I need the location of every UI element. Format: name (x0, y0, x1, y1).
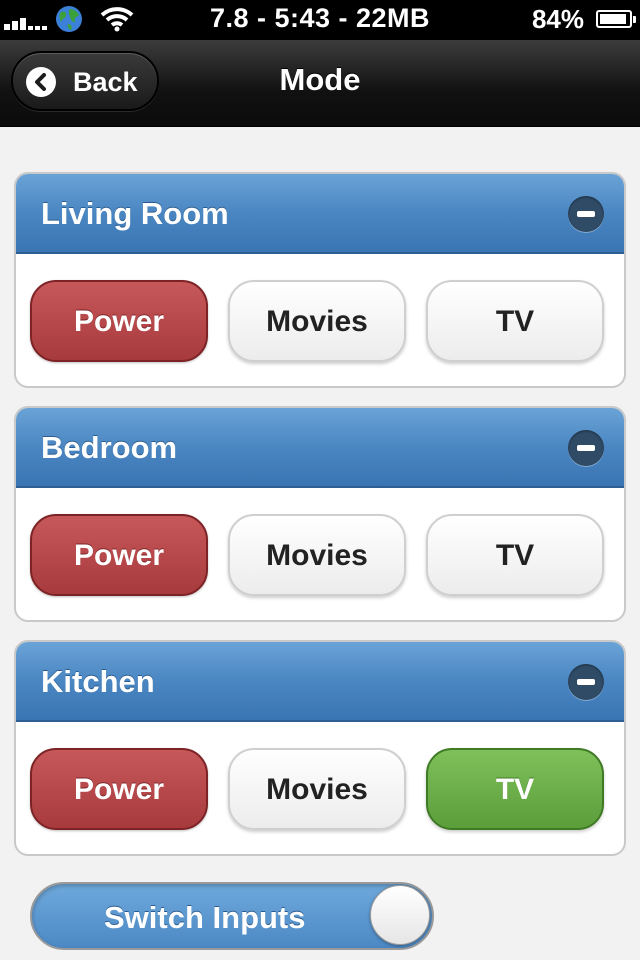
section-living-room: Living Room Power Movies TV (14, 172, 626, 388)
section-header[interactable]: Kitchen (16, 642, 624, 722)
section-kitchen: Kitchen Power Movies TV (14, 640, 626, 856)
battery-icon (596, 10, 636, 28)
section-title: Living Room (41, 196, 229, 231)
movies-button[interactable]: Movies (228, 280, 406, 362)
section-header[interactable]: Living Room (16, 174, 624, 254)
minus-icon[interactable] (568, 430, 604, 466)
tv-button[interactable]: TV (426, 514, 604, 596)
section-header[interactable]: Bedroom (16, 408, 624, 488)
section-title: Kitchen (41, 664, 155, 699)
switch-inputs-toggle[interactable]: Switch Inputs (30, 882, 434, 950)
tv-button[interactable]: TV (426, 280, 604, 362)
switch-label: Switch Inputs (104, 900, 306, 935)
minus-icon[interactable] (568, 664, 604, 700)
section-bedroom: Bedroom Power Movies TV (14, 406, 626, 622)
navigation-bar: Back Mode (0, 40, 640, 127)
minus-icon[interactable] (568, 196, 604, 232)
page-title: Mode (279, 62, 361, 97)
status-bar: 7.8 - 5:43 - 22MB 84% (0, 0, 640, 40)
movies-button[interactable]: Movies (228, 748, 406, 830)
section-title: Bedroom (41, 430, 178, 465)
power-button[interactable]: Power (30, 514, 208, 596)
power-button[interactable]: Power (30, 280, 208, 362)
movies-button[interactable]: Movies (228, 514, 406, 596)
power-button[interactable]: Power (30, 748, 208, 830)
tv-button[interactable]: TV (426, 748, 604, 830)
toggle-knob[interactable] (370, 885, 430, 945)
battery-percentage: 84% (531, 4, 584, 34)
